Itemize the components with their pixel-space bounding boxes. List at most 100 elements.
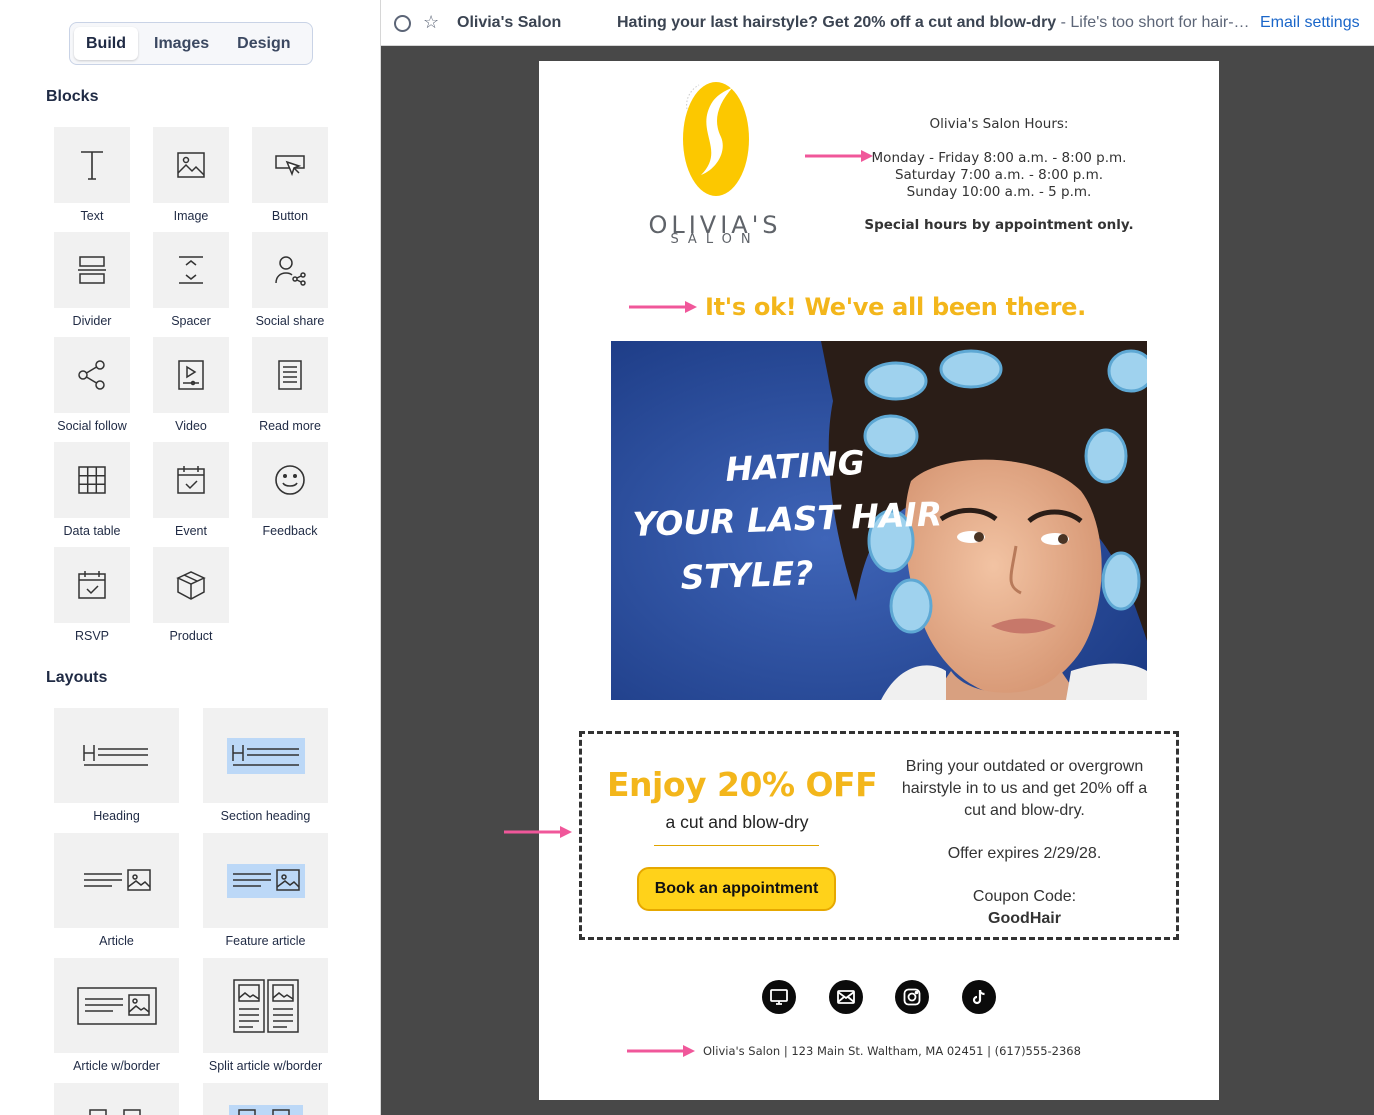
tab-design[interactable]: Design (225, 27, 302, 60)
hours-weekday: Monday - Friday 8:00 a.m. - 8:00 p.m. (871, 150, 1127, 166)
block-label: Spacer (171, 314, 211, 328)
layout-heading[interactable]: Heading (54, 708, 179, 823)
block-video[interactable]: Video (153, 337, 229, 433)
block-label: Video (175, 419, 207, 433)
block-text[interactable]: Text (54, 127, 130, 223)
block-divider[interactable]: Divider (54, 232, 130, 328)
book-appointment-button[interactable]: Book an appointment (637, 867, 836, 911)
layout-feature-article[interactable]: Feature article (203, 833, 328, 948)
feature-article-layout-icon (229, 1105, 303, 1115)
feature-article-layout-icon (226, 863, 305, 898)
select-circle-icon[interactable] (394, 15, 411, 32)
promo-subtext: a cut and blow-dry (665, 812, 809, 832)
block-product[interactable]: Product (153, 547, 229, 643)
email-body: OLIVIA'S SALON Olivia's Salon Hours: Mon… (539, 61, 1219, 1100)
hero-illustration: HATING YOUR LAST HAIR STYLE? (611, 341, 1147, 700)
promo-expiry: Offer expires 2/29/28. (947, 845, 1102, 862)
block-button[interactable]: Button (252, 127, 328, 223)
block-label: Social share (255, 314, 325, 328)
tab-images[interactable]: Images (142, 27, 221, 60)
instagram-social-link[interactable] (895, 980, 929, 1014)
annotation-arrow-headline (629, 301, 697, 313)
block-event[interactable]: Event (153, 442, 229, 538)
layout-section-heading[interactable]: Section heading (203, 708, 328, 823)
promo-details: Bring your outdated or overgrown hairsty… (892, 756, 1157, 930)
block-rsvp[interactable]: RSVP (54, 547, 130, 643)
block-social-follow[interactable]: Social follow (54, 337, 130, 433)
block-read-more[interactable]: Read more (252, 337, 328, 433)
section-heading-layout-icon (226, 737, 305, 774)
email-canvas: OLIVIA'S SALON Olivia's Salon Hours: Mon… (381, 46, 1374, 1115)
promo-description: Bring your outdated or overgrown hairsty… (901, 758, 1148, 819)
subject-line: Hating your last hairstyle? Get 20% off … (617, 14, 1253, 32)
block-social-share[interactable]: Social share (252, 232, 328, 328)
layouts-heading: Layouts (46, 669, 108, 686)
hero-image[interactable]: HATING YOUR LAST HAIR STYLE? (611, 341, 1147, 700)
social-follow-icon (78, 360, 105, 390)
block-spacer[interactable]: Spacer (153, 232, 229, 328)
annotation-arrow-hours (805, 150, 873, 162)
block-label: Button (271, 209, 309, 223)
block-data-table[interactable]: Data table (54, 442, 130, 538)
hero-text-line-1: HATING (724, 443, 865, 489)
email-preview-header: ☆ Olivia's Salon Hating your last hairst… (381, 0, 1374, 46)
email-icon (837, 990, 855, 1004)
layout-partial-tile[interactable] (203, 1083, 328, 1115)
website-social-link[interactable] (762, 980, 796, 1014)
social-share-icon (275, 256, 306, 286)
block-label: Data table (63, 524, 121, 538)
hero-text-line-3: STYLE? (680, 553, 814, 597)
tab-build[interactable]: Build (74, 27, 138, 60)
block-label: Event (175, 524, 207, 538)
divider-icon (78, 256, 106, 284)
data-table-icon (78, 466, 106, 494)
coupon-block[interactable]: Enjoy 20% OFF a cut and blow-dry Book an… (579, 731, 1179, 940)
layout-label: Split article w/border (208, 1059, 323, 1073)
block-image[interactable]: Image (153, 127, 229, 223)
product-icon (176, 571, 206, 600)
salon-hours[interactable]: Olivia's Salon Hours: Monday - Friday 8:… (859, 116, 1139, 234)
sidebar-tab-switcher: Build Images Design (69, 22, 313, 65)
instagram-icon (903, 988, 921, 1006)
subject-text: Hating your last hairstyle? Get 20% off … (617, 14, 1057, 31)
layout-label: Article (99, 934, 134, 948)
layout-partial-tile[interactable] (54, 1083, 179, 1115)
read-more-icon (278, 360, 302, 390)
promo-headline: Enjoy 20% OFF (607, 765, 878, 804)
layout-label: Section heading (220, 809, 311, 823)
sender-name: Olivia's Salon (457, 14, 562, 31)
image-icon (177, 152, 205, 178)
layout-label: Heading (93, 809, 140, 823)
block-label: Divider (72, 314, 112, 328)
hours-special: Special hours by appointment only. (864, 217, 1134, 233)
website-icon (770, 989, 788, 1005)
block-label: Text (80, 209, 104, 223)
coupon-code-label: Coupon Code: (972, 888, 1077, 905)
split-article-border-layout-icon (232, 978, 299, 1033)
feedback-icon (275, 465, 305, 495)
hours-title: Olivia's Salon Hours: (929, 116, 1069, 132)
article-layout-icon (89, 1109, 141, 1115)
email-social-link[interactable] (829, 980, 863, 1014)
article-border-layout-icon (76, 986, 157, 1025)
block-label: Feedback (262, 524, 318, 538)
logo-subtitle: SALON (670, 232, 760, 247)
star-icon[interactable]: ☆ (423, 12, 439, 33)
spacer-icon (179, 256, 203, 284)
layout-split-article-border[interactable]: Split article w/border (203, 958, 328, 1073)
layout-label: Feature article (225, 934, 306, 948)
annotation-arrow-footer (627, 1045, 695, 1057)
email-footer[interactable]: Olivia's Salon | 123 Main St. Waltham, M… (703, 1044, 1081, 1058)
button-icon (275, 155, 305, 177)
block-feedback[interactable]: Feedback (252, 442, 328, 538)
email-settings-link[interactable]: Email settings (1260, 14, 1360, 32)
annotation-arrow-coupon (504, 826, 572, 838)
layout-article[interactable]: Article (54, 833, 179, 948)
tiktok-social-link[interactable] (962, 980, 996, 1014)
video-icon (178, 360, 204, 390)
preheader-text: - Life's too short for hair-… (1056, 14, 1250, 31)
block-label: RSVP (74, 629, 110, 643)
block-label: Product (169, 629, 213, 643)
layout-article-border[interactable]: Article w/border (54, 958, 179, 1073)
rsvp-icon (78, 571, 106, 599)
